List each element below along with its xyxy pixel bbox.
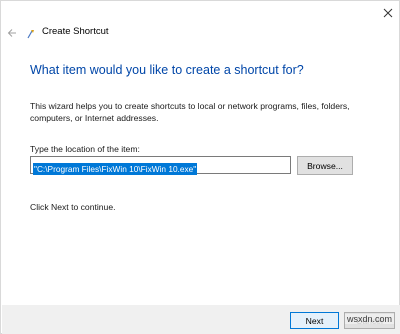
back-arrow-icon (7, 29, 16, 37)
watermark-text: wsxdn.com (345, 314, 395, 324)
create-shortcut-dialog: Create Shortcut What item would you like… (0, 0, 400, 334)
continue-hint: Click Next to continue. (30, 202, 116, 212)
dialog-title: Create Shortcut (42, 26, 109, 37)
location-input[interactable]: "C:\Program Files\FixWin 10\FixWin 10.ex… (30, 156, 291, 175)
close-button[interactable] (377, 3, 399, 23)
back-button[interactable] (5, 26, 19, 40)
wizard-description: This wizard helps you to create shortcut… (30, 101, 350, 123)
location-label: Type the location of the item: (30, 144, 140, 154)
page-heading: What item would you like to create a sho… (30, 63, 304, 77)
shortcut-wizard-icon (26, 27, 36, 39)
close-icon (383, 8, 393, 18)
location-input-value: "C:\Program Files\FixWin 10\FixWin 10.ex… (33, 163, 198, 175)
dialog-footer (2, 305, 400, 334)
browse-button[interactable]: Browse... (297, 156, 353, 175)
next-button[interactable]: Next (290, 312, 339, 329)
